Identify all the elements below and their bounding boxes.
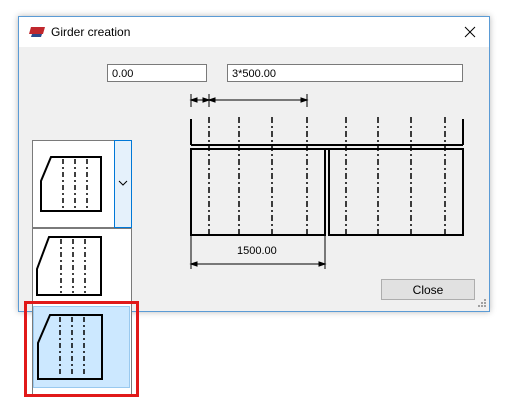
close-button[interactable]: Close [381,279,475,300]
division-lines [208,117,446,235]
top-posts [190,119,464,145]
dimension-label: 1500.00 [237,245,277,257]
girder-body [190,144,464,236]
resize-grip-icon[interactable] [477,298,487,308]
top-dimension [189,94,309,107]
combo-dropdown-button[interactable] [114,140,132,228]
chevron-down-icon [118,180,128,186]
dropdown-option-1[interactable] [33,229,130,301]
girder-profile-icon-variant-1 [36,236,102,296]
selection-highlight [24,301,139,397]
